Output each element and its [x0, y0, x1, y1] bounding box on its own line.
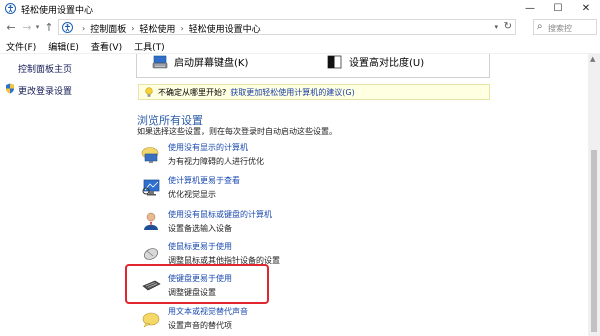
menu-view[interactable]: 查看(V): [85, 38, 128, 53]
setting-item-no-display[interactable]: 使用没有显示的计算机 为有视力障碍的人进行优化: [138, 142, 438, 168]
tip-bar: 不确定从哪里开始? 获取更加轻松使用计算机的建议(G): [138, 84, 490, 100]
address-bar[interactable]: › 控制面板 › 轻松使用 › 轻松使用设置中心 ▾ ↻: [58, 19, 516, 35]
section-description: 如果选择这些设置，则在每次登录时自动启动这些设置。: [137, 127, 337, 136]
address-row: ← → ▾ ↑ › 控制面板 › 轻松使用 › 轻松使用设置中心 ▾ ↻ ⌕ 搜…: [0, 16, 600, 38]
setting-description: 设置声音的替代项: [168, 321, 232, 330]
setting-link[interactable]: 使鼠标更易于使用: [168, 241, 232, 252]
onscreen-keyboard-label: 启动屏幕键盘(K): [174, 58, 249, 69]
person-icon: [144, 212, 158, 230]
mouse-icon: [143, 248, 159, 260]
change-signin-settings-link[interactable]: 更改登录设置: [18, 84, 72, 97]
search-box[interactable]: ⌕ 搜索控: [533, 19, 597, 35]
monitor-off-icon: [141, 147, 159, 163]
quick-access-card: 启动屏幕键盘(K) 设置高对比度(U): [136, 54, 490, 78]
setting-item-no-mouse-keyboard[interactable]: 使用没有鼠标或键盘的计算机 设置备选输入设备: [138, 209, 438, 235]
setting-item-easier-to-see[interactable]: 使计算机更易于查看 优化视觉显示: [138, 175, 438, 201]
shield-icon: [6, 83, 14, 94]
contrast-icon: [327, 55, 342, 68]
minimize-button[interactable]: —: [516, 0, 544, 16]
high-contrast-label: 设置高对比度(U): [349, 58, 425, 69]
address-dropdown-icon[interactable]: ▾: [494, 23, 498, 31]
ease-of-access-icon: [5, 3, 16, 14]
menu-bar: 文件(F) 编辑(E) 查看(V) 工具(T): [0, 38, 600, 54]
setting-description: 为有视力障碍的人进行优化: [168, 157, 264, 166]
maximize-icon: ☐: [553, 2, 563, 14]
main-pane: 启动屏幕键盘(K) 设置高对比度(U) 不确定从哪里开始? 获取更加轻松使用计算…: [118, 54, 588, 336]
control-panel-icon: [62, 22, 73, 33]
breadcrumb-separator: ›: [131, 24, 135, 33]
left-pane: 控制面板主页 更改登录设置: [0, 54, 118, 336]
title-bar: 轻松使用设置中心 — ☐ ✕: [0, 0, 600, 16]
chevron-down-icon: ▾: [35, 23, 40, 31]
arrow-left-icon: ←: [6, 20, 16, 34]
arrow-up-icon: ↑: [44, 20, 54, 34]
scrollbar-thumb[interactable]: [591, 150, 597, 332]
setting-link[interactable]: 使用没有显示的计算机: [168, 142, 248, 153]
scroll-up-icon[interactable]: ▲: [590, 55, 595, 63]
breadcrumb-separator: ›: [82, 24, 86, 33]
arrow-right-icon: →: [22, 20, 32, 34]
highlight-box: [125, 264, 269, 304]
breadcrumb: › 控制面板 › 轻松使用 › 轻松使用设置中心: [77, 22, 261, 35]
search-icon: ⌕: [537, 21, 543, 32]
back-button[interactable]: ←: [4, 20, 18, 34]
menu-tools[interactable]: 工具(T): [128, 38, 171, 53]
control-panel-home-link[interactable]: 控制面板主页: [18, 62, 72, 75]
setting-link[interactable]: 使计算机更易于查看: [168, 175, 240, 186]
recent-locations-button[interactable]: ▾: [33, 20, 42, 34]
breadcrumb-ease-of-access[interactable]: 轻松使用: [139, 22, 175, 35]
tip-question: 不确定从哪里开始?: [158, 87, 227, 97]
monitor-icon: [142, 179, 160, 196]
onscreen-keyboard-link[interactable]: 启动屏幕键盘(K): [152, 54, 248, 69]
setting-description: 优化视觉显示: [168, 190, 216, 199]
forward-button[interactable]: →: [20, 20, 34, 34]
get-recommendations-link[interactable]: 获取更加轻松使用计算机的建议(G): [230, 87, 354, 98]
high-contrast-link[interactable]: 设置高对比度(U): [327, 54, 424, 69]
menu-file[interactable]: 文件(F): [0, 38, 42, 53]
up-button[interactable]: ↑: [42, 20, 56, 34]
maximize-button[interactable]: ☐: [544, 0, 572, 16]
breadcrumb-control-panel[interactable]: 控制面板: [90, 22, 126, 35]
setting-item-sound-alternatives[interactable]: 用文本或视觉替代声音 设置声音的替代项: [138, 306, 438, 332]
keyboard-icon: [152, 55, 168, 68]
vertical-scrollbar[interactable]: ▲: [588, 54, 600, 336]
breadcrumb-separator: ›: [180, 24, 184, 33]
setting-description: 设置备选输入设备: [168, 224, 232, 233]
setting-link[interactable]: 用文本或视觉替代声音: [168, 306, 248, 317]
minimize-icon: —: [525, 2, 535, 14]
close-icon: ✕: [581, 2, 591, 14]
menu-edit[interactable]: 编辑(E): [42, 38, 85, 53]
close-button[interactable]: ✕: [572, 0, 600, 16]
breadcrumb-ease-of-access-center[interactable]: 轻松使用设置中心: [189, 22, 261, 35]
setting-link[interactable]: 使用没有鼠标或键盘的计算机: [168, 209, 272, 220]
window-title: 轻松使用设置中心: [21, 6, 94, 16]
search-placeholder: 搜索控: [548, 24, 572, 33]
lightbulb-icon: [145, 86, 153, 97]
speech-icon: [142, 312, 160, 328]
refresh-icon[interactable]: ↻: [504, 21, 512, 32]
